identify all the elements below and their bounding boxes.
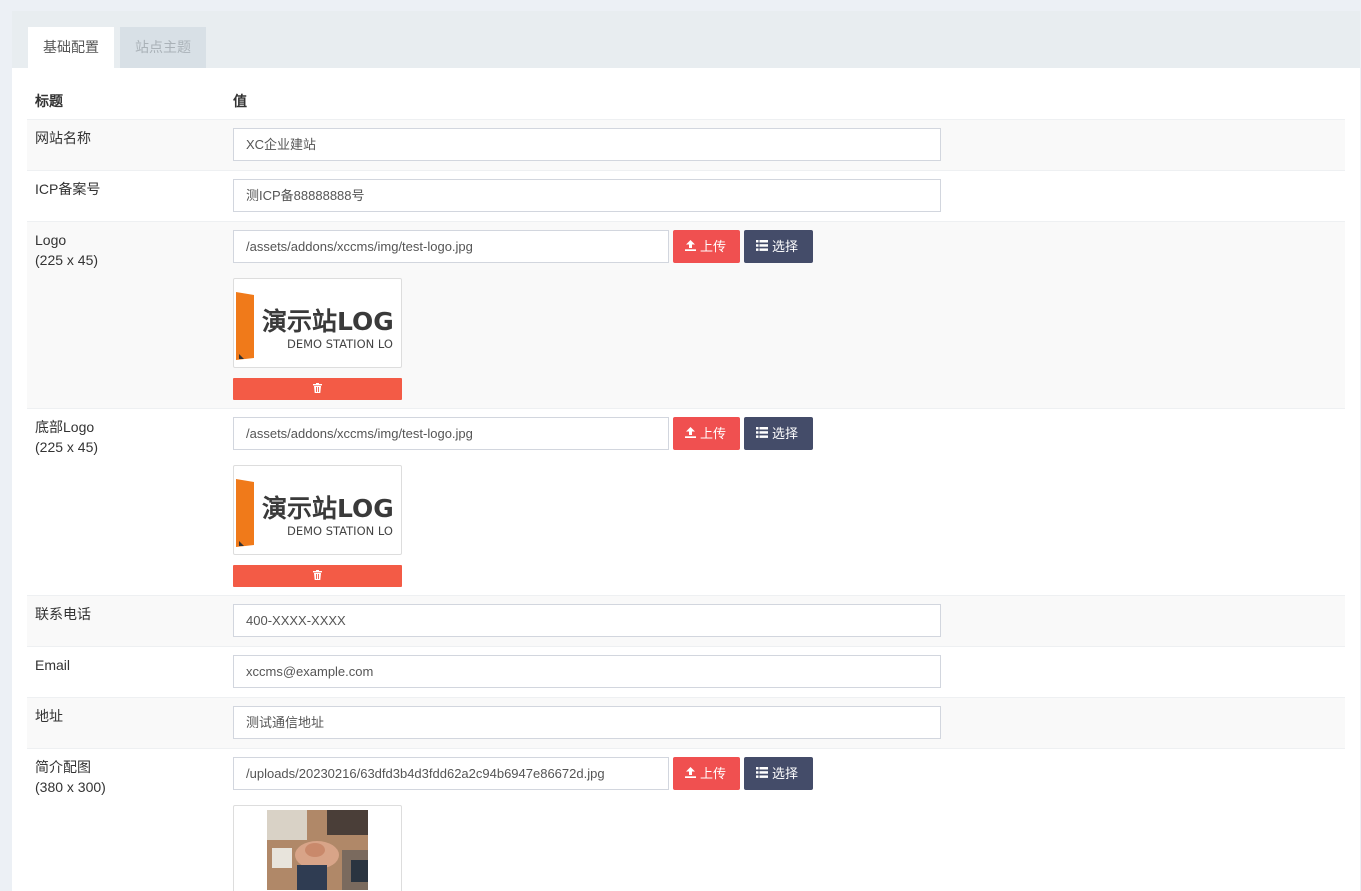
footer-logo-path-input[interactable]: /assets/addons/xccms/img/test-logo.jpg [233, 417, 669, 450]
field-label-text: 简介配图 [35, 759, 91, 775]
logo-sub-text: DEMO STATION LO [287, 524, 393, 538]
upload-label: 上传 [700, 426, 726, 441]
email-input[interactable]: xccms@example.com [233, 655, 941, 688]
field-label: Email [27, 647, 225, 698]
logo-delete-button[interactable] [233, 378, 402, 400]
field-label: 简介配图 (380 x 300) [27, 749, 225, 891]
upload-label: 上传 [700, 766, 726, 781]
trash-icon [313, 382, 322, 396]
field-label: ICP备案号 [27, 171, 225, 222]
config-panel: 基础配置 站点主题 标题 值 网站名称 XC企业建站 ICP备案号 测ICP备8… [12, 11, 1360, 891]
field-label: 底部Logo (225 x 45) [27, 409, 225, 596]
table-row-phone: 联系电话 400-XXXX-XXXX [27, 596, 1345, 647]
field-size-hint: (225 x 45) [35, 250, 217, 270]
tab-basic-config[interactable]: 基础配置 [28, 27, 114, 68]
column-header-value: 值 [225, 83, 1345, 120]
field-size-hint: (225 x 45) [35, 437, 217, 457]
logo-main-text: 演示站LOG [262, 307, 394, 336]
table-row-icp: ICP备案号 测ICP备88888888号 [27, 171, 1345, 222]
footer-logo-preview: 演示站LOG DEMO STATION LO [233, 465, 402, 555]
choose-label: 选择 [772, 766, 798, 781]
icp-input[interactable]: 测ICP备88888888号 [233, 179, 941, 212]
list-icon [756, 758, 768, 791]
footer-logo-choose-button[interactable]: 选择 [744, 417, 813, 450]
field-label: 地址 [27, 698, 225, 749]
tab-bar: 基础配置 站点主题 [12, 11, 1360, 68]
logo-path-input[interactable]: /assets/addons/xccms/img/test-logo.jpg [233, 230, 669, 263]
table-row-site-name: 网站名称 XC企业建站 [27, 120, 1345, 171]
footer-logo-image: 演示站LOG DEMO STATION LO [236, 469, 401, 553]
upload-icon [685, 758, 696, 791]
upload-label: 上传 [700, 239, 726, 254]
tab-site-theme[interactable]: 站点主题 [120, 27, 206, 68]
footer-logo-upload-button[interactable]: 上传 [673, 417, 740, 450]
field-label-text: 底部Logo [35, 419, 94, 435]
logo-choose-button[interactable]: 选择 [744, 230, 813, 263]
field-label: 联系电话 [27, 596, 225, 647]
intro-photo-image [267, 810, 368, 890]
table-row-logo: Logo (225 x 45) /assets/addons/xccms/img… [27, 222, 1345, 409]
logo-main-text: 演示站LOG [262, 494, 394, 523]
field-label-text: Logo [35, 232, 66, 248]
upload-icon [685, 231, 696, 264]
table-row-footer-logo: 底部Logo (225 x 45) /assets/addons/xccms/i… [27, 409, 1345, 596]
logo-preview: 演示站LOG DEMO STATION LO [233, 278, 402, 368]
list-icon [756, 231, 768, 264]
table-row-address: 地址 测试通信地址 [27, 698, 1345, 749]
choose-label: 选择 [772, 426, 798, 441]
intro-image-choose-button[interactable]: 选择 [744, 757, 813, 790]
field-label: Logo (225 x 45) [27, 222, 225, 409]
table-row-intro-image: 简介配图 (380 x 300) /uploads/20230216/63dfd… [27, 749, 1345, 891]
logo-upload-button[interactable]: 上传 [673, 230, 740, 263]
list-icon [756, 418, 768, 451]
column-header-title: 标题 [27, 83, 225, 120]
address-input[interactable]: 测试通信地址 [233, 706, 941, 739]
logo-image: 演示站LOG DEMO STATION LO [236, 282, 401, 366]
table-row-email: Email xccms@example.com [27, 647, 1345, 698]
config-table: 标题 值 网站名称 XC企业建站 ICP备案号 测ICP备88888888号 [27, 83, 1345, 891]
choose-label: 选择 [772, 239, 798, 254]
intro-image-preview [233, 805, 402, 891]
intro-image-upload-button[interactable]: 上传 [673, 757, 740, 790]
field-size-hint: (380 x 300) [35, 777, 217, 797]
trash-icon [313, 569, 322, 583]
field-label: 网站名称 [27, 120, 225, 171]
phone-input[interactable]: 400-XXXX-XXXX [233, 604, 941, 637]
site-name-input[interactable]: XC企业建站 [233, 128, 941, 161]
upload-icon [685, 418, 696, 451]
intro-image-path-input[interactable]: /uploads/20230216/63dfd3b4d3fdd62a2c94b6… [233, 757, 669, 790]
logo-sub-text: DEMO STATION LO [287, 337, 393, 351]
footer-logo-delete-button[interactable] [233, 565, 402, 587]
